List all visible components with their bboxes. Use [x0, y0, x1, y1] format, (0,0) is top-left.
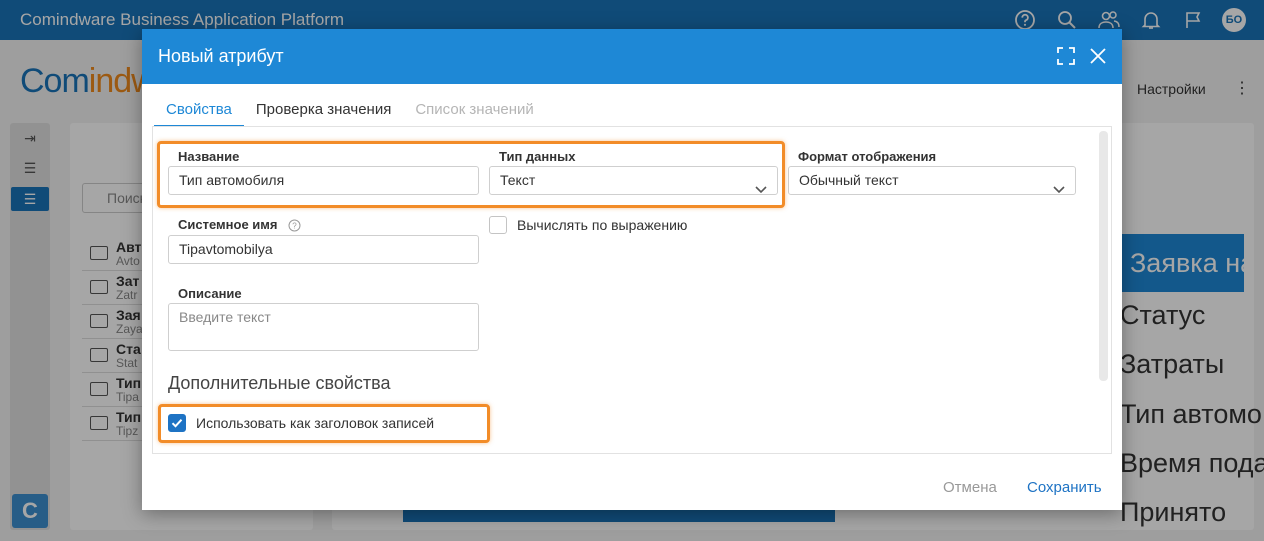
compute-expression-label: Вычислять по выражению — [517, 217, 688, 233]
new-attribute-dialog: Новый атрибут Свойства Проверка значения… — [142, 29, 1122, 510]
dialog-header-icons — [1056, 46, 1108, 69]
format-select[interactable]: Обычный текст — [788, 166, 1076, 195]
info-icon[interactable]: ? — [288, 219, 301, 235]
cancel-button[interactable]: Отмена — [943, 479, 997, 496]
description-field[interactable]: Введите текст — [168, 303, 479, 351]
form-scrollbar[interactable] — [1099, 131, 1108, 381]
dialog-header: Новый атрибут — [142, 29, 1122, 84]
chevron-down-icon — [1053, 176, 1065, 203]
description-label: Описание — [178, 286, 242, 301]
compute-expression-checkbox[interactable] — [489, 216, 507, 234]
system-name-label: Системное имя — [178, 217, 278, 232]
tab-properties[interactable]: Свойства — [154, 99, 244, 128]
additional-properties-title: Дополнительные свойства — [168, 373, 391, 393]
close-icon[interactable] — [1088, 46, 1108, 69]
format-value: Обычный текст — [799, 172, 899, 188]
maximize-icon[interactable] — [1056, 46, 1076, 69]
svg-text:?: ? — [292, 222, 297, 231]
tab-value-validation[interactable]: Проверка значения — [244, 99, 403, 128]
format-label: Формат отображения — [798, 149, 937, 164]
tab-value-list: Список значений — [415, 101, 534, 118]
highlight-name-datatype — [157, 141, 785, 208]
dialog-tabs: Свойства Проверка значения Список значен… — [154, 99, 546, 128]
dialog-title: Новый атрибут — [158, 46, 284, 66]
system-name-field[interactable]: Tipavtomobilya — [168, 235, 479, 264]
highlight-use-as-header — [158, 404, 490, 443]
save-button[interactable]: Сохранить — [1027, 479, 1102, 496]
